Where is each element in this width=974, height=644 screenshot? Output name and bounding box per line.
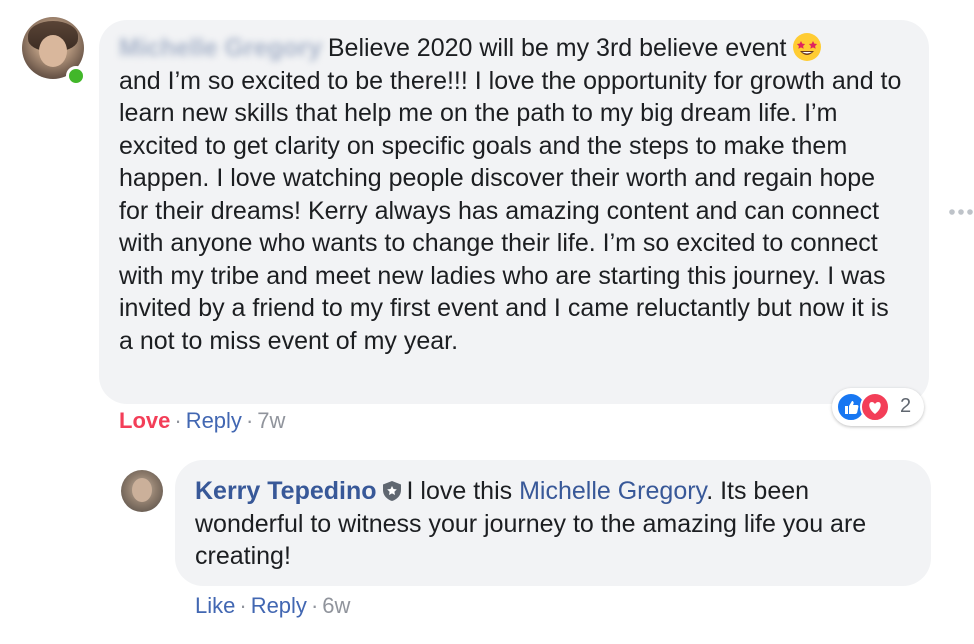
reply-actions: Like · Reply · 6w (195, 593, 350, 619)
love-reaction-button[interactable]: Love (119, 408, 170, 433)
online-status-indicator (66, 66, 86, 86)
comment-body-rest: and I’m so excited to be there!!! I love… (119, 66, 902, 355)
comment-author-name-blurred[interactable]: Michelle Gregory (119, 32, 322, 65)
reply-text: Kerry Tepedino I love this Michelle Greg… (195, 475, 915, 573)
like-button[interactable]: Like (195, 593, 235, 618)
comment-body-first-line: Believe 2020 will be my 3rd believe even… (327, 34, 787, 62)
reply-text-before: I love this (406, 477, 513, 505)
avatar-face (39, 35, 67, 67)
comment-actions: Love · Reply · 7w (119, 408, 285, 434)
reply-button[interactable]: Reply (251, 593, 307, 618)
action-separator: · (245, 408, 254, 433)
reply-author-avatar[interactable] (121, 470, 163, 512)
action-separator: · (310, 593, 319, 618)
action-separator: · (174, 408, 182, 433)
reaction-count: 2 (900, 395, 912, 417)
reply-timestamp[interactable]: 6w (322, 593, 350, 618)
reply-button[interactable]: Reply (186, 408, 242, 433)
shield-badge-icon (382, 481, 401, 501)
reply-author-name[interactable]: Kerry Tepedino (195, 477, 377, 505)
heart-icon (860, 392, 890, 422)
mention-link[interactable]: Michelle Gregory (519, 477, 706, 505)
comment-timestamp[interactable]: 7w (257, 408, 285, 433)
action-separator: · (239, 593, 247, 618)
reactions-summary[interactable]: 2 (832, 388, 924, 426)
star-struck-emoji-icon (793, 33, 822, 61)
avatar-face (132, 478, 152, 502)
comment-text: Michelle Gregory Believe 2020 will be my … (119, 32, 909, 357)
more-options-icon[interactable] (948, 206, 974, 218)
